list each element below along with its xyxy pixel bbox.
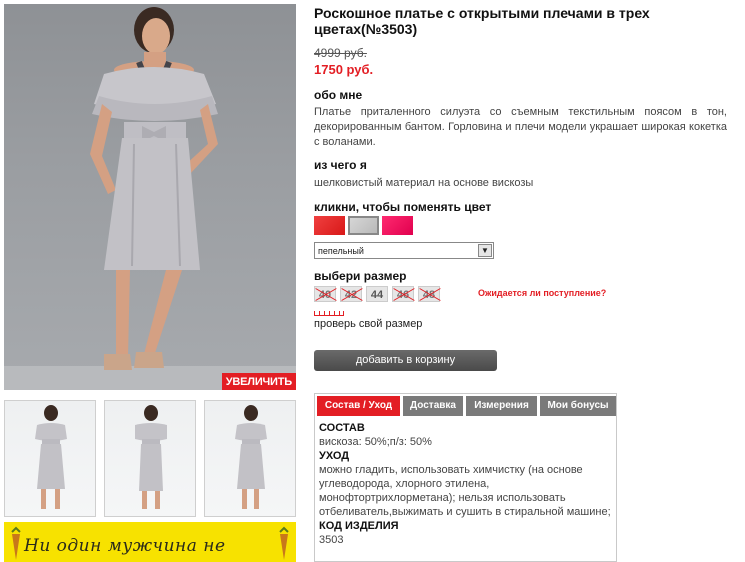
tab-bonuses[interactable]: Мои бонусы xyxy=(540,396,616,416)
notify-restock-link[interactable]: Ожидается ли поступление? xyxy=(478,288,606,298)
size-option-46[interactable]: 46 xyxy=(392,286,414,302)
thumbnail-model-icon xyxy=(235,405,267,509)
thumbnail-back[interactable] xyxy=(104,400,196,517)
chevron-down-icon[interactable]: ▼ xyxy=(478,244,492,257)
carrot-icon xyxy=(11,526,21,560)
new-price: 1750 руб. xyxy=(314,62,374,77)
product-title: Роскошное платье с открытыми плечами в т… xyxy=(314,5,650,37)
color-heading: кликни, чтобы поменять цвет xyxy=(314,200,492,214)
thumbnail-strip xyxy=(4,400,296,518)
check-size-link[interactable]: проверь свой размер xyxy=(314,318,422,330)
banner-text: Ни один мужчина не xyxy=(24,536,226,556)
care-heading: УХОД xyxy=(319,450,350,462)
size-option-44[interactable]: 44 xyxy=(366,286,388,302)
size-option-40[interactable]: 40 xyxy=(314,286,336,302)
care-text: можно гладить, использовать химчистку (н… xyxy=(319,464,611,518)
material-heading: из чего я xyxy=(314,158,367,172)
zoom-button[interactable]: УВЕЛИЧИТЬ xyxy=(221,373,296,390)
thumbnail-model-icon xyxy=(35,405,67,509)
about-text: Платье приталенного силуэта со съемным т… xyxy=(314,106,727,148)
model-figure xyxy=(90,7,218,370)
color-swatch-pink[interactable] xyxy=(382,216,413,235)
info-tabs-panel: Состав / Уход Доставка Измерения Мои бон… xyxy=(314,393,617,562)
color-select[interactable]: пепельный ▼ xyxy=(314,242,494,259)
tab-measurements[interactable]: Измерения xyxy=(466,396,537,416)
product-code-heading: КОД ИЗДЕЛИЯ xyxy=(319,520,399,532)
color-select-value: пепельный xyxy=(318,246,364,256)
thumbnail-front[interactable] xyxy=(4,400,96,517)
color-swatch-grey[interactable] xyxy=(348,216,379,235)
size-heading: выбери размер xyxy=(314,269,407,283)
tab-content: СОСТАВ вискоза: 50%;п/з: 50% УХОД можно … xyxy=(319,421,611,547)
size-option-42[interactable]: 42 xyxy=(340,286,362,302)
ruler-icon[interactable] xyxy=(314,310,344,316)
composition-heading: СОСТАВ xyxy=(319,422,365,434)
product-code-value: 3503 xyxy=(319,534,344,546)
main-product-photo[interactable]: УВЕЛИЧИТЬ xyxy=(4,4,296,390)
color-swatch-red[interactable] xyxy=(314,216,345,235)
tab-delivery[interactable]: Доставка xyxy=(403,396,463,416)
size-option-48[interactable]: 48 xyxy=(418,286,440,302)
composition-text: вискоза: 50%;п/з: 50% xyxy=(319,436,432,448)
old-price: 4999 руб. xyxy=(314,46,367,60)
tab-composition-care[interactable]: Состав / Уход xyxy=(317,396,400,416)
material-text: шелковистый материал на основе вискозы xyxy=(314,177,534,189)
thumbnail-side[interactable] xyxy=(204,400,296,517)
thumbnail-model-icon xyxy=(135,405,167,509)
carrot-icon xyxy=(279,526,289,560)
add-to-cart-button[interactable]: добавить в корзину xyxy=(314,350,497,371)
promo-banner[interactable]: Ни один мужчина не xyxy=(4,522,296,562)
about-heading: обо мне xyxy=(314,88,363,102)
